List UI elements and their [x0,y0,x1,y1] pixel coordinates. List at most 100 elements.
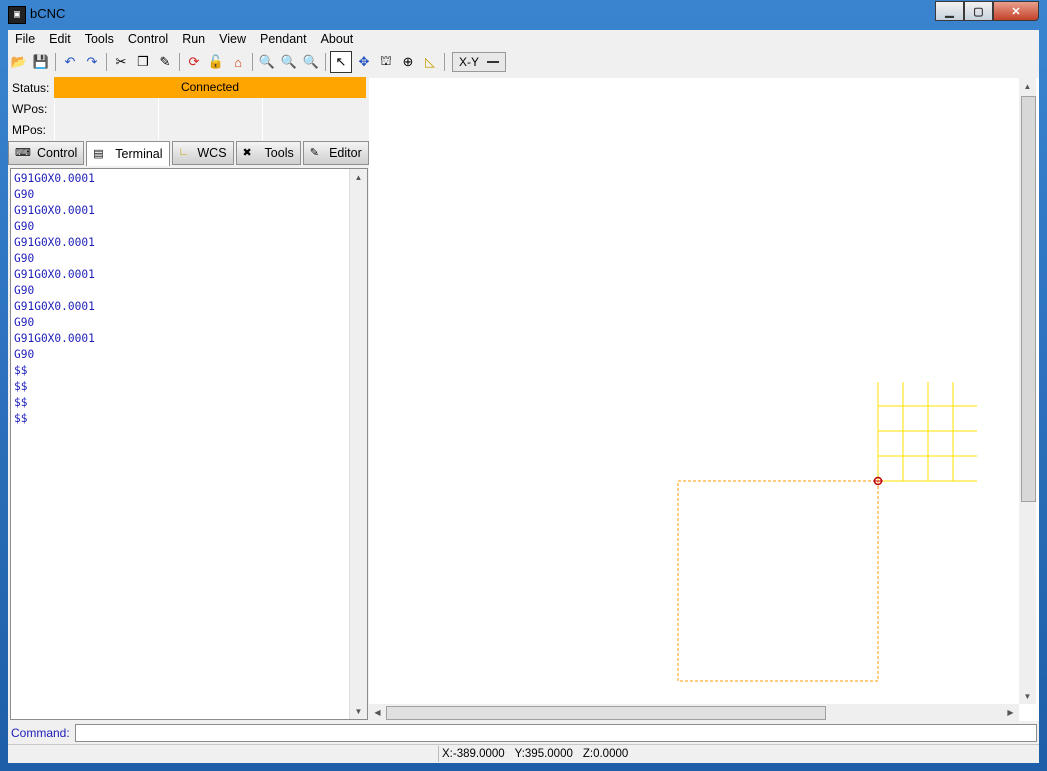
paste-icon[interactable]: ✎ [155,52,175,72]
toolbar-separator [106,53,107,71]
toolbar-separator [55,53,56,71]
menu-tools[interactable]: Tools [78,32,121,46]
undo-icon[interactable]: ↶ [60,52,80,72]
canvas-vertical-scrollbar[interactable]: ▲ ▼ [1019,78,1036,704]
tools-icon: ✖ [242,147,252,159]
menu-file[interactable]: File [8,32,42,46]
menu-bar: File Edit Tools Control Run View Pendant… [8,30,1039,48]
tab-tools[interactable]: ✖ Tools [235,141,301,165]
scroll-down-icon[interactable]: ▼ [350,703,367,719]
maximize-button[interactable]: ▢ [964,1,993,21]
home-icon[interactable]: ⌂ [228,52,248,72]
menu-control[interactable]: Control [121,32,175,46]
zoom-fit-icon[interactable]: 🔍 [301,52,321,72]
zoom-out-icon[interactable]: 🔍 [279,52,299,72]
window-title: bCNC [30,6,66,21]
tab-editor[interactable]: ✎ Editor [302,141,369,165]
terminal-line: G90 [14,252,35,265]
scroll-down-icon[interactable]: ▼ [1019,688,1036,704]
status-label: Status: [12,80,50,95]
toolbar-separator [444,53,445,71]
scroll-up-icon[interactable]: ▲ [350,169,367,185]
toolbar: 📂 💾 ↶ ↷ ✂ ❐ ✎ ⟳ 🔓 ⌂ 🔍 🔍 🔍 ↖ ✥ ⛫ ⊕ ◺ X-Y [8,50,1039,74]
terminal-line: G91G0X0.0001 [14,172,95,185]
terminal-scrollbar[interactable]: ▲ ▼ [349,169,367,719]
scroll-up-icon[interactable]: ▲ [1019,78,1036,94]
scroll-thumb[interactable] [386,706,826,720]
terminal-lines: G91G0X0.0001 G90 G91G0X0.0001 G90 G91G0X… [14,171,95,427]
terminal-line: G91G0X0.0001 [14,300,95,313]
y-coordinate: Y:395.0000 [514,748,573,760]
x-coordinate: X:-389.0000 [442,748,505,760]
tab-label: Tools [264,146,294,160]
menu-edit[interactable]: Edit [42,32,78,46]
menu-about[interactable]: About [314,32,361,46]
reset-icon[interactable]: ⟳ [184,52,204,72]
grid-lines [877,382,977,482]
copy-icon[interactable]: ❐ [133,52,153,72]
tab-terminal[interactable]: ▤ Terminal [86,141,170,166]
terminal-line: G91G0X0.0001 [14,332,95,345]
gantry-icon[interactable]: ⛫ [376,52,396,72]
bcnc-app-icon: ▣ [8,6,26,24]
scroll-right-icon[interactable]: ▶ [1002,704,1019,720]
terminal-line: G90 [14,284,35,297]
unlock-icon[interactable]: 🔓 [206,52,226,72]
toolbar-separator [325,53,326,71]
toolpath-drawing [677,382,977,682]
terminal-line: $$ [14,412,28,425]
wpos-y-value [157,98,262,119]
minimize-button[interactable]: ▁ [935,1,964,21]
open-file-icon[interactable]: 📂 [9,52,29,72]
terminal-line: $$ [14,364,28,377]
menu-view[interactable]: View [212,32,253,46]
view-plane-select[interactable]: X-Y [452,52,507,72]
terminal-line: G90 [14,188,35,201]
redo-icon[interactable]: ↷ [82,52,102,72]
zoom-in-icon[interactable]: 🔍 [257,52,277,72]
terminal-line: G91G0X0.0001 [14,204,95,217]
save-icon[interactable]: 💾 [31,52,51,72]
work-area-boundary [677,480,879,682]
terminal-line: G90 [14,316,35,329]
dropdown-indicator-icon [487,61,500,63]
tab-label: WCS [197,146,227,160]
terminal-icon: ▤ [93,148,104,160]
pan-icon[interactable]: ✥ [354,52,374,72]
select-arrow-icon[interactable]: ↖ [330,51,352,73]
status-row: Status: Connected [8,77,366,98]
close-button[interactable]: ✕ [993,1,1039,21]
wcs-icon: ∟ [178,146,190,158]
mpos-label: MPos: [12,122,47,137]
tab-label: Control [37,146,78,160]
mpos-x-value [53,119,158,140]
title-bar: ▣ bCNC ▁ ▢ ✕ [0,0,1047,28]
command-row: Command: [8,723,1039,743]
command-input[interactable] [75,724,1037,742]
toolbar-separator [179,53,180,71]
tab-control[interactable]: ⌨ Control [8,141,85,165]
client-area: File Edit Tools Control Run View Pendant… [8,30,1039,763]
cut-icon[interactable]: ✂ [111,52,131,72]
panel-tabs: ⌨ Control ▤ Terminal ∟ WCS ✖ Tools ✎ Edi… [8,141,369,166]
wpos-label: WPos: [12,101,48,116]
menu-pendant[interactable]: Pendant [253,32,314,46]
coordinate-readout: X:-389.0000 Y:395.0000 Z:0.0000 [438,746,628,762]
target-icon[interactable]: ⊕ [398,52,418,72]
wpos-row: WPos: [8,98,366,119]
terminal-output[interactable]: G91G0X0.0001 G90 G91G0X0.0001 G90 G91G0X… [10,168,368,720]
scroll-left-icon[interactable]: ◀ [369,704,386,720]
canvas-horizontal-scrollbar[interactable]: ◀ ▶ [369,704,1019,721]
terminal-line: $$ [14,380,28,393]
mpos-z-value [261,119,366,140]
status-value: Connected [54,77,366,98]
menu-run[interactable]: Run [175,32,212,46]
ruler-icon[interactable]: ◺ [420,52,440,72]
scroll-thumb[interactable] [1021,96,1036,502]
tab-label: Terminal [115,147,163,161]
terminal-line: $$ [14,396,28,409]
terminal-line: G90 [14,348,35,361]
toolbar-separator [252,53,253,71]
tab-wcs[interactable]: ∟ WCS [171,141,234,165]
gcode-canvas[interactable] [369,78,1039,721]
